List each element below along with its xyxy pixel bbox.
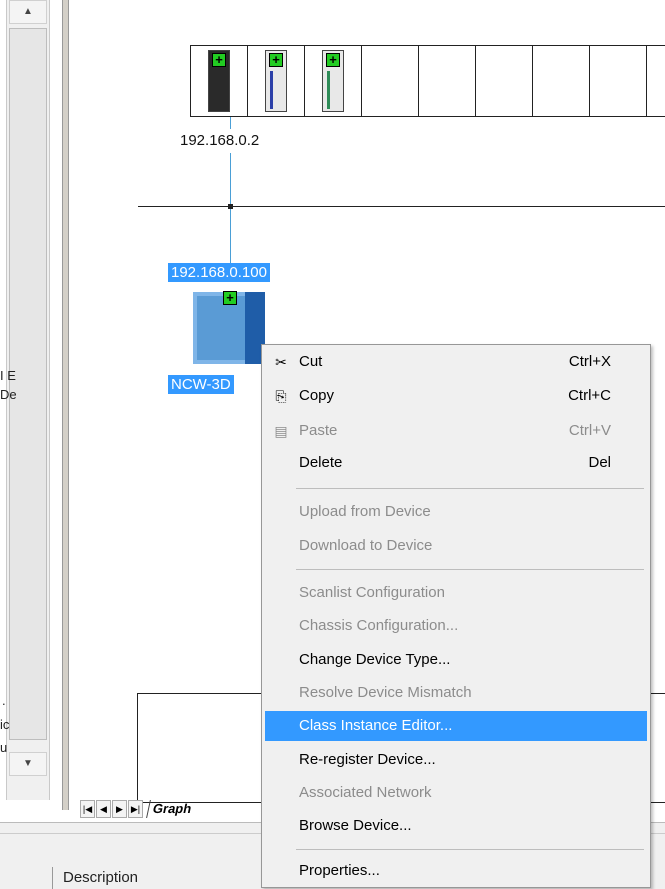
clipped-text: u [0, 740, 8, 755]
menu-item-resolve-device-mismatch[interactable]: Resolve Device Mismatch [265, 678, 647, 708]
scroll-up-button[interactable]: ▲ [9, 0, 47, 24]
scroll-down-button[interactable]: ▼ [9, 752, 47, 776]
clipped-text: . [2, 693, 6, 708]
chassis-slot[interactable] [533, 46, 590, 116]
chassis-slot[interactable] [362, 46, 419, 116]
menu-item-shortcut: Ctrl+V [568, 422, 611, 439]
chassis-ip-label: 192.168.0.2 [180, 132, 260, 149]
chassis[interactable]: + + + [190, 45, 665, 117]
menu-item-label: Properties... [299, 862, 380, 879]
expand-plus-icon[interactable]: + [223, 291, 237, 305]
menu-item-label: Re-register Device... [299, 751, 436, 768]
menu-separator [296, 488, 644, 489]
menu-item-properties[interactable]: Properties... [265, 856, 647, 886]
menu-item-label: Download to Device [299, 537, 433, 554]
first-tab-button[interactable]: |◀ [80, 800, 95, 818]
controller-module-icon[interactable]: + [208, 50, 230, 112]
menu-item-paste[interactable]: ▤ Paste Ctrl+V [265, 416, 647, 446]
menu-item-label: Scanlist Configuration [299, 584, 445, 601]
menu-item-label: Class Instance Editor... [299, 717, 453, 734]
menu-item-cut[interactable]: ✂ Cut Ctrl+X [265, 347, 647, 377]
scissors-icon: ✂ [275, 354, 287, 370]
io-module-icon[interactable]: + [265, 50, 287, 112]
menu-item-shortcut: Ctrl+X [568, 353, 611, 370]
pane-splitter[interactable] [62, 0, 69, 810]
chassis-slot[interactable]: + [305, 46, 362, 116]
chassis-slot[interactable] [476, 46, 533, 116]
menu-item-associated-network[interactable]: Associated Network [265, 778, 647, 808]
chassis-slot[interactable] [419, 46, 476, 116]
menu-separator [296, 569, 644, 570]
menu-item-label: Delete [299, 454, 343, 471]
context-menu[interactable]: ✂ Cut Ctrl+X ⎘ Copy Ctrl+C ▤ Paste Ctrl+… [261, 344, 651, 888]
network-line [138, 206, 665, 207]
clipped-text: ic [0, 717, 10, 732]
scrollbar-thumb[interactable] [9, 28, 47, 740]
menu-item-shortcut: Del [588, 454, 611, 471]
menu-item-download-to-device[interactable]: Download to Device [265, 531, 647, 561]
expand-plus-icon[interactable]: + [212, 53, 226, 67]
next-tab-button[interactable]: ▶ [112, 800, 127, 818]
chassis-slot[interactable]: + [248, 46, 305, 116]
device-name-label[interactable]: NCW-3D [168, 375, 234, 394]
sheet-tab-bar: |◀ ◀ ▶ ▶| Graph [80, 800, 260, 822]
menu-item-browse-device[interactable]: Browse Device... [265, 811, 647, 841]
chassis-slot[interactable] [590, 46, 647, 116]
menu-item-copy[interactable]: ⎘ Copy Ctrl+C [265, 381, 647, 411]
menu-separator [296, 849, 644, 850]
menu-item-label: Associated Network [299, 784, 432, 801]
menu-item-label: Resolve Device Mismatch [299, 684, 472, 701]
left-pane: ▲ ▼ I E De . ic u [0, 0, 55, 810]
link-line [230, 117, 231, 129]
menu-item-upload-from-device[interactable]: Upload from Device [265, 497, 647, 527]
menu-item-label: Chassis Configuration... [299, 617, 459, 634]
clipped-text: I E [0, 368, 16, 383]
menu-item-re-register-device[interactable]: Re-register Device... [265, 745, 647, 775]
paste-icon: ▤ [274, 423, 288, 439]
prev-tab-button[interactable]: ◀ [96, 800, 111, 818]
expand-plus-icon[interactable]: + [326, 53, 340, 67]
clipped-text: De [0, 387, 17, 402]
menu-item-chassis-configuration[interactable]: Chassis Configuration... [265, 611, 647, 641]
menu-item-label: Upload from Device [299, 503, 431, 520]
menu-item-label: Copy [299, 387, 335, 404]
menu-item-shortcut: Ctrl+C [568, 387, 611, 404]
menu-item-label: Browse Device... [299, 817, 412, 834]
menu-item-class-instance-editor[interactable]: Class Instance Editor... [265, 711, 647, 741]
copy-icon: ⎘ [275, 388, 287, 404]
menu-item-delete[interactable]: Delete Del [265, 448, 647, 478]
tab-graph[interactable]: Graph [145, 800, 197, 818]
chassis-slot[interactable]: + [191, 46, 248, 116]
menu-item-label: Change Device Type... [299, 651, 451, 668]
network-node [228, 204, 233, 209]
menu-item-change-device-type[interactable]: Change Device Type... [265, 645, 647, 675]
device-icon[interactable]: + [193, 291, 265, 364]
menu-item-label: Cut [299, 353, 323, 370]
menu-item-scanlist-configuration[interactable]: Scanlist Configuration [265, 578, 647, 608]
last-tab-button[interactable]: ▶| [128, 800, 143, 818]
io-module-icon[interactable]: + [322, 50, 344, 112]
menu-item-label: Paste [299, 422, 338, 439]
device-ip-label: 192.168.0.100 [168, 263, 270, 282]
expand-plus-icon[interactable]: + [269, 53, 283, 67]
